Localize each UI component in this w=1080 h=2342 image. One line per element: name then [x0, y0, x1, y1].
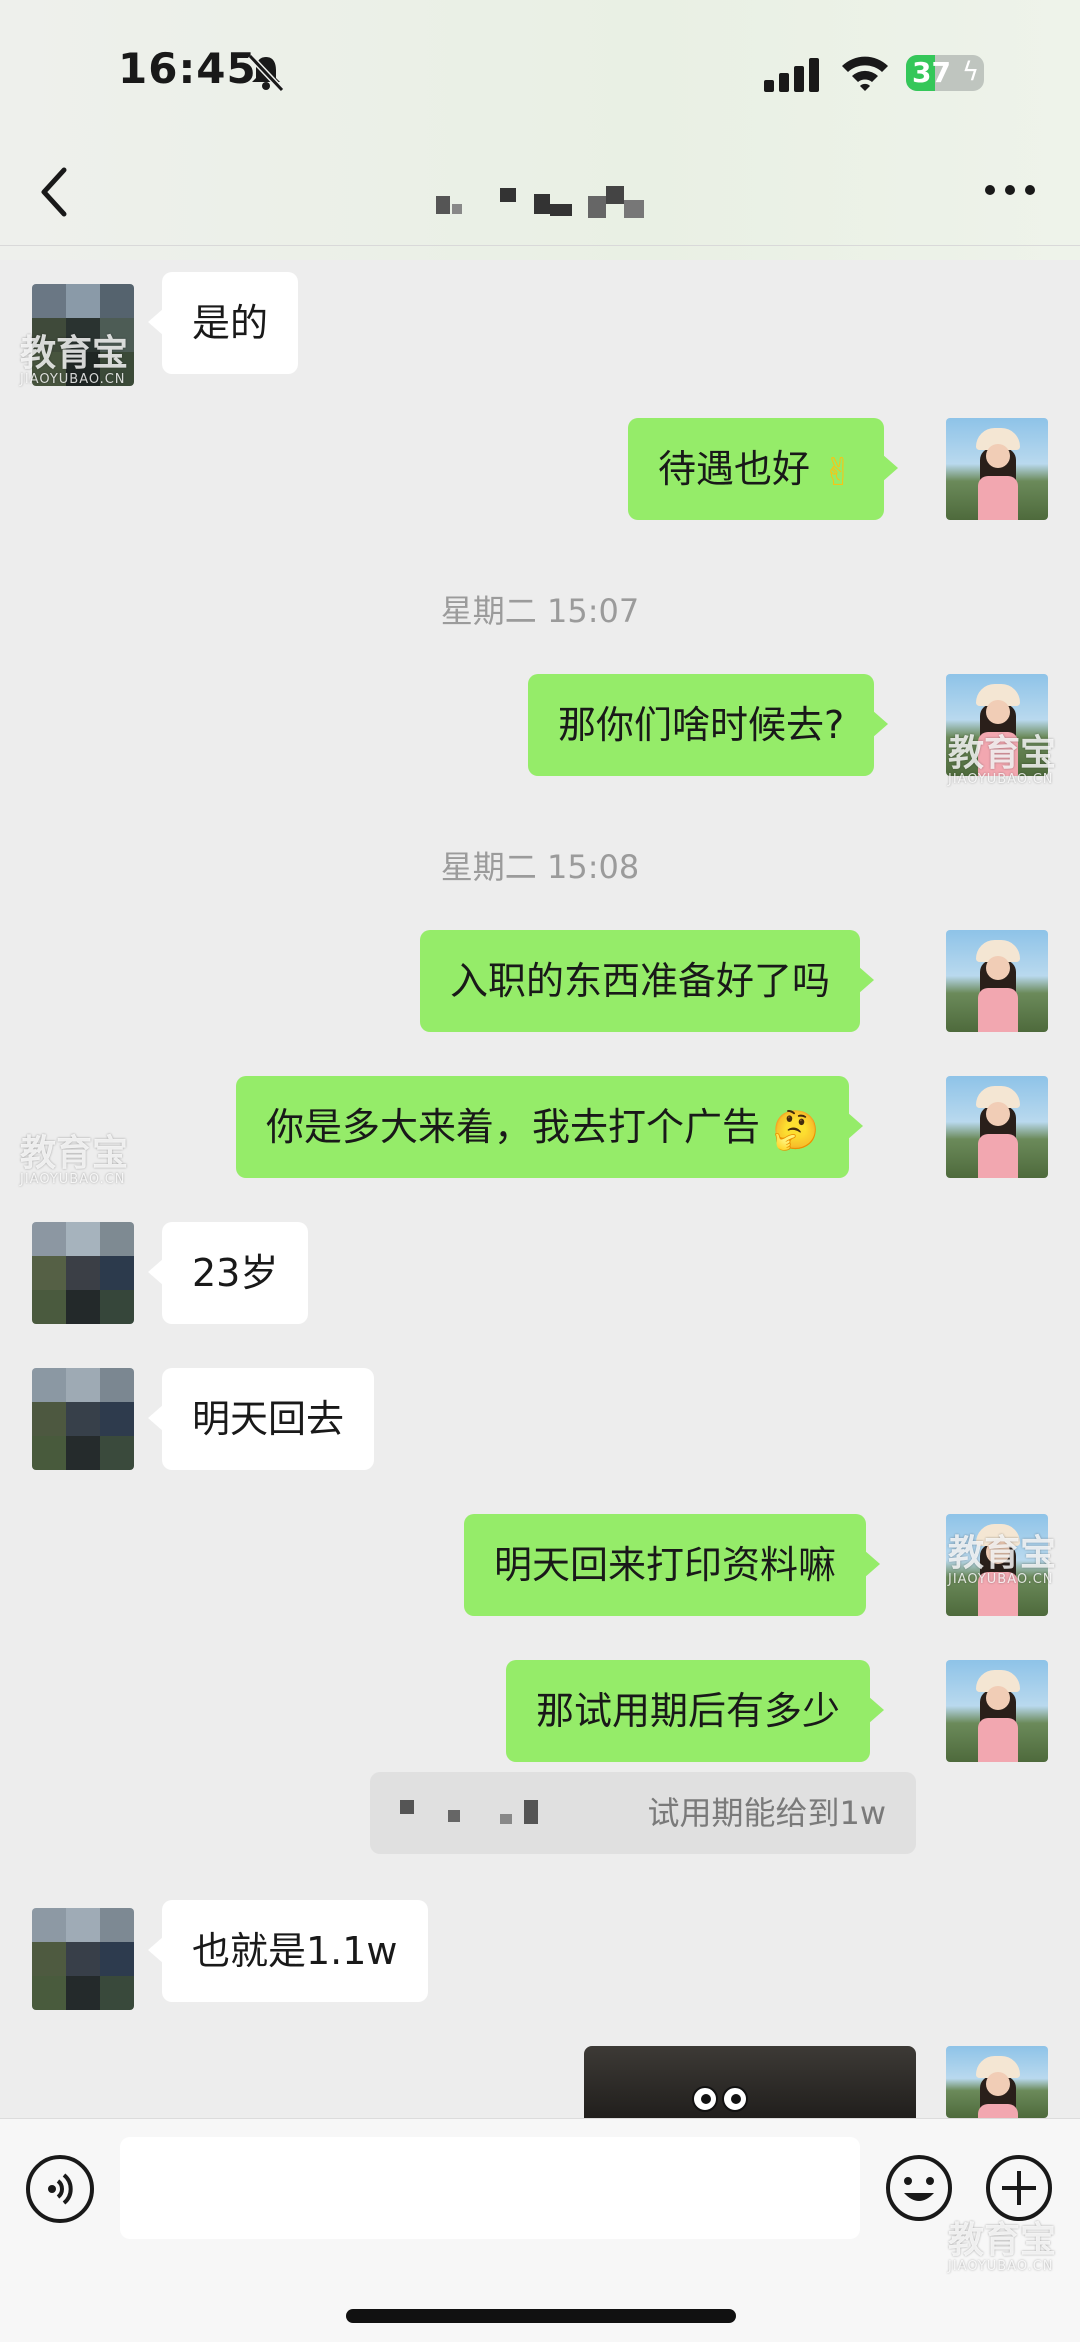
- chat-title-pixelated: [430, 178, 660, 218]
- incoming-message[interactable]: 23岁: [147, 1222, 309, 1324]
- watermark: 教育宝 JIAOYUBAO.CN: [20, 1133, 129, 1187]
- bell-mute-icon: [247, 53, 285, 92]
- chat-screen: 16:45 37 ϟ 是的 待遇也好 ✌ 星期二 15:07 那你们啥时候去? …: [0, 0, 1080, 2342]
- victory-hand-emoji: ✌: [822, 449, 854, 494]
- my-avatar[interactable]: [946, 418, 1048, 520]
- timestamp: 星期二 15:07: [440, 592, 640, 630]
- image-message[interactable]: [584, 2046, 916, 2122]
- outgoing-message[interactable]: 明天回来打印资料嘛: [464, 1514, 881, 1616]
- watermark: 教育宝 JIAOYUBAO.CN: [20, 333, 129, 387]
- outgoing-message[interactable]: 入职的东西准备好了吗: [420, 930, 875, 1032]
- my-avatar[interactable]: [946, 1660, 1048, 1762]
- contact-avatar[interactable]: [32, 1222, 134, 1324]
- incoming-message[interactable]: 也就是1.1w: [148, 1900, 428, 2002]
- thinking-face-emoji: 🤔: [772, 1107, 820, 1152]
- contact-avatar[interactable]: [32, 1908, 134, 2010]
- message-text: 待遇也好: [658, 447, 811, 491]
- chat-header: [0, 140, 1080, 246]
- my-avatar[interactable]: [946, 1076, 1048, 1178]
- voice-icon[interactable]: [26, 2155, 94, 2223]
- contact-avatar[interactable]: [32, 1368, 134, 1470]
- watermark: 教育宝 JIAOYUBAO.CN: [948, 2220, 1057, 2274]
- quoted-sender-pixelated: [400, 1800, 540, 1830]
- outgoing-message[interactable]: 你是多大来着，我去打个广告 🤔: [236, 1076, 864, 1178]
- message-input[interactable]: [120, 2137, 860, 2239]
- outgoing-message[interactable]: 待遇也好 ✌: [628, 418, 898, 520]
- quoted-text: 试用期能给到1w: [647, 1794, 886, 1832]
- status-bar: 16:45 37 ϟ: [0, 0, 1080, 140]
- cellular-signal-icon: [764, 58, 819, 92]
- chat-input-bar: 教育宝 JIAOYUBAO.CN: [0, 2118, 1080, 2342]
- status-time: 16:45: [118, 44, 257, 93]
- incoming-message[interactable]: 是的: [147, 272, 299, 374]
- my-avatar[interactable]: [946, 2046, 1048, 2118]
- my-avatar[interactable]: [946, 930, 1048, 1032]
- chevron-left-icon[interactable]: [36, 164, 72, 220]
- message-text: 你是多大来着，我去打个广告: [266, 1105, 761, 1149]
- ellipsis-icon[interactable]: [982, 180, 1038, 200]
- watermark: 教育宝 JIAOYUBAO.CN: [948, 733, 1057, 787]
- charging-bolt-icon: ϟ: [962, 57, 980, 87]
- incoming-message[interactable]: 明天回去: [147, 1368, 375, 1470]
- home-indicator[interactable]: [346, 2309, 736, 2323]
- outgoing-message[interactable]: 那试用期后有多少: [506, 1660, 885, 1762]
- battery-percent: 37: [912, 56, 951, 89]
- wifi-icon: [842, 56, 888, 91]
- quoted-message[interactable]: 试用期能给到1w: [370, 1772, 916, 1854]
- smiley-icon[interactable]: [884, 2153, 954, 2223]
- battery-indicator: 37 ϟ: [906, 55, 984, 91]
- timestamp: 星期二 15:08: [440, 848, 640, 886]
- outgoing-message[interactable]: 那你们啥时候去?: [528, 674, 889, 776]
- watermark: 教育宝 JIAOYUBAO.CN: [948, 1533, 1057, 1587]
